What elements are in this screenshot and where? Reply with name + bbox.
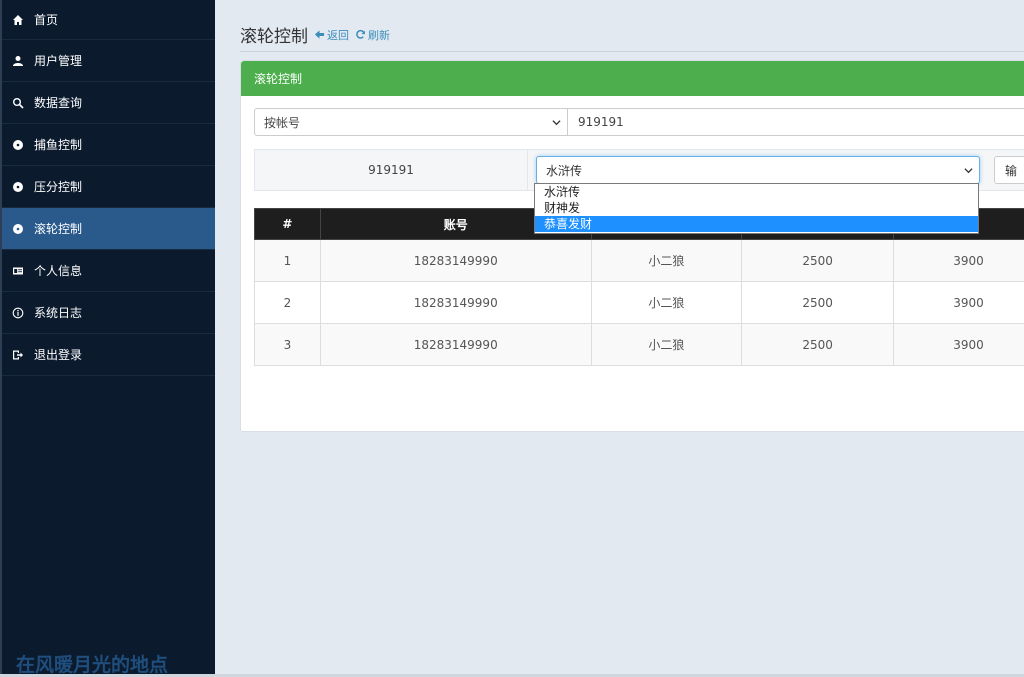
- game-select-value: 水浒传: [546, 163, 583, 178]
- cell-account: 18283149990: [319, 239, 592, 282]
- back-link[interactable]: 返回: [314, 27, 349, 43]
- result-select-value: 输: [1005, 163, 1018, 178]
- sidebar-item-label: 退出登录: [34, 348, 83, 362]
- watermark-text: 在风暖月光的地点: [16, 654, 169, 676]
- page-title: 滚轮控制: [240, 27, 308, 47]
- game-select[interactable]: 水浒传: [536, 156, 980, 184]
- sidebar-item-label: 用户管理: [34, 54, 83, 68]
- cell-account: 18283149990: [319, 323, 592, 366]
- sidebar-item-bet-control[interactable]: 压分控制: [2, 166, 215, 208]
- refresh-link[interactable]: 刷新: [355, 27, 390, 43]
- search-type-value: 按帐号: [264, 115, 301, 130]
- id-card-icon: [10, 263, 26, 279]
- sidebar-item-reel-control[interactable]: 滚轮控制: [2, 208, 215, 250]
- search-icon: [10, 95, 26, 111]
- account-search-value: 919191: [578, 115, 624, 129]
- sidebar-item-label: 压分控制: [34, 180, 83, 194]
- refresh-icon: [356, 29, 365, 39]
- cell-value: 2500: [741, 281, 895, 324]
- panel-title: 滚轮控制: [241, 61, 1024, 96]
- result-select[interactable]: 输: [994, 156, 1024, 184]
- cell-nickname: 小二狼: [590, 239, 743, 282]
- refresh-label: 刷新: [368, 28, 390, 42]
- logout-icon: [10, 347, 26, 363]
- game-dropdown-list: 水浒传 财神发 恭喜发财: [534, 183, 979, 234]
- dropdown-option[interactable]: 财神发: [535, 200, 978, 216]
- cell-value: 3900: [893, 323, 1024, 366]
- reel-control-panel: 滚轮控制 按帐号 919191 919191 水浒传 输 # 账号 换: [240, 60, 1024, 432]
- home-icon: [10, 12, 26, 28]
- dropdown-option[interactable]: 水浒传: [535, 184, 978, 200]
- sidebar-item-label: 滚轮控制: [34, 222, 83, 236]
- sidebar-item-system-log[interactable]: 系统日志: [2, 292, 215, 334]
- sidebar-item-home[interactable]: 首页: [2, 0, 215, 40]
- user-icon: [10, 53, 26, 69]
- sidebar-item-profile[interactable]: 个人信息: [2, 250, 215, 292]
- cell-nickname: 小二狼: [590, 323, 743, 366]
- table-row[interactable]: 1 18283149990 小二狼 2500 3900: [254, 239, 1024, 282]
- chevron-down-icon: [964, 168, 973, 174]
- sidebar-item-logout[interactable]: 退出登录: [2, 334, 215, 376]
- cell-account: 18283149990: [319, 281, 592, 324]
- circle-icon: [10, 221, 26, 237]
- table-row[interactable]: 2 18283149990 小二狼 2500 3900: [254, 281, 1024, 324]
- cell-index: 2: [254, 281, 321, 324]
- sidebar-item-label: 系统日志: [34, 306, 83, 320]
- arrow-left-icon: [314, 30, 325, 39]
- sidebar-item-fishing-control[interactable]: 捕鱼控制: [2, 124, 215, 166]
- account-search-input[interactable]: 919191: [567, 108, 1024, 136]
- table-row[interactable]: 3 18283149990 小二狼 2500 3900: [254, 323, 1024, 366]
- cell-nickname: 小二狼: [590, 281, 743, 324]
- chevron-down-icon: [552, 120, 561, 126]
- column-header[interactable]: #: [254, 208, 321, 240]
- cell-value: 2500: [741, 323, 895, 366]
- page-header: 滚轮控制 返回 刷新: [240, 18, 1024, 52]
- back-label: 返回: [327, 28, 349, 42]
- cell-value: 3900: [893, 239, 1024, 282]
- circle-icon: [10, 137, 26, 153]
- sidebar-item-label: 首页: [34, 13, 59, 27]
- sidebar-item-label: 个人信息: [34, 264, 83, 278]
- dropdown-option-highlighted[interactable]: 恭喜发财: [535, 216, 978, 232]
- circle-icon: [10, 179, 26, 195]
- cell-index: 3: [254, 323, 321, 366]
- sidebar-item-label: 数据查询: [34, 96, 83, 110]
- cell-index: 1: [254, 239, 321, 282]
- sidebar: 首页 用户管理 数据查询 捕鱼控制 压分控制 滚轮控制 个人信息 系统日志 退出…: [0, 0, 215, 677]
- cell-value: 2500: [741, 239, 895, 282]
- info-icon: [10, 305, 26, 321]
- control-account: 919191: [255, 150, 528, 190]
- cell-value: 3900: [893, 281, 1024, 324]
- sidebar-item-data-query[interactable]: 数据查询: [2, 82, 215, 124]
- sidebar-item-label: 捕鱼控制: [34, 138, 83, 152]
- search-row: 按帐号 919191: [254, 108, 1024, 136]
- search-type-select[interactable]: 按帐号: [254, 108, 568, 136]
- sidebar-item-users[interactable]: 用户管理: [2, 40, 215, 82]
